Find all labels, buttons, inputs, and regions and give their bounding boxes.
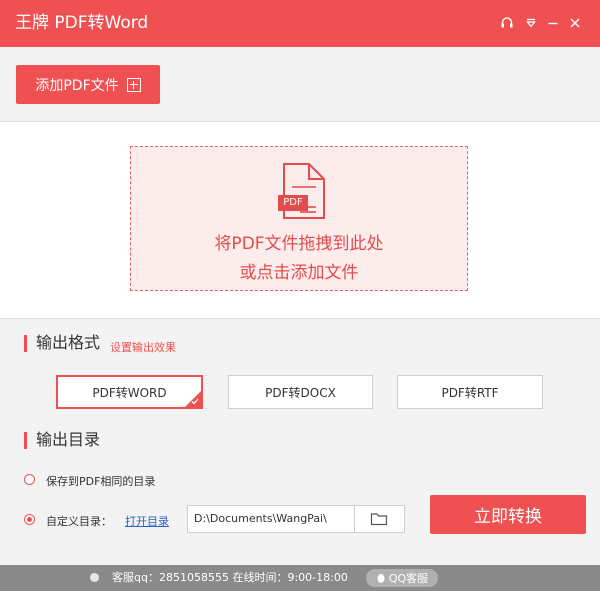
app-title: 王牌 PDF转Word xyxy=(15,13,149,33)
output-path-field[interactable]: D:\Documents\WangPai\ xyxy=(187,505,405,533)
format-pdf-to-rtf[interactable]: PDF转RTF xyxy=(397,375,543,409)
add-pdf-label: 添加PDF文件 xyxy=(35,77,119,94)
same-dir-label[interactable]: 保存到PDF相同的目录 xyxy=(46,473,155,489)
custom-dir-label[interactable]: 自定义目录： xyxy=(46,513,112,529)
qq-label: QQ客服 xyxy=(388,572,429,585)
drop-hint-line1: 将PDF文件拖拽到此处 xyxy=(214,234,384,254)
section-marker xyxy=(24,432,27,449)
dropdown-icon[interactable] xyxy=(522,14,540,32)
convert-now-button[interactable]: 立即转换 xyxy=(430,495,586,534)
radio-custom-dir[interactable] xyxy=(24,514,35,525)
output-effect-link[interactable]: 设置输出效果 xyxy=(110,339,176,355)
qq-service-button[interactable]: QQ客服 xyxy=(366,569,438,587)
toolbar: 添加PDF文件 xyxy=(0,47,600,122)
add-pdf-button[interactable]: 添加PDF文件 xyxy=(16,65,160,104)
browse-folder-button[interactable] xyxy=(354,506,404,532)
drop-hint-line2: 或点击添加文件 xyxy=(239,263,359,283)
check-icon xyxy=(191,398,199,405)
radio-same-dir[interactable] xyxy=(24,474,35,485)
folder-icon xyxy=(370,513,388,526)
minimize-icon[interactable] xyxy=(544,14,562,32)
format-label: PDF转WORD xyxy=(92,385,167,400)
output-format-title: 输出格式 xyxy=(36,333,101,352)
plus-box-icon xyxy=(126,77,141,92)
support-info: 客服qq：2851058555 在线时间：9:00-18:00 xyxy=(112,571,348,584)
close-icon[interactable] xyxy=(566,14,584,32)
pdf-file-icon xyxy=(283,163,325,219)
output-path-value: D:\Documents\WangPai\ xyxy=(194,512,327,525)
format-pdf-to-word[interactable]: PDF转WORD xyxy=(56,375,203,409)
output-dir-title: 输出目录 xyxy=(36,430,101,449)
title-bar: 王牌 PDF转Word xyxy=(0,0,600,47)
convert-label: 立即转换 xyxy=(474,507,542,527)
pdf-badge: PDF xyxy=(278,195,308,211)
open-dir-link[interactable]: 打开目录 xyxy=(125,513,169,529)
format-pdf-to-docx[interactable]: PDF转DOCX xyxy=(228,375,373,409)
format-label: PDF转RTF xyxy=(441,385,499,400)
drop-zone[interactable]: PDF 将PDF文件拖拽到此处 或点击添加文件 xyxy=(130,146,468,291)
headset-icon[interactable] xyxy=(498,14,516,32)
qq-penguin-icon xyxy=(377,573,385,583)
status-dot-icon xyxy=(90,573,99,582)
status-bar: 客服qq：2851058555 在线时间：9:00-18:00 QQ客服 xyxy=(0,565,600,591)
section-marker xyxy=(24,335,27,352)
format-label: PDF转DOCX xyxy=(265,385,336,400)
